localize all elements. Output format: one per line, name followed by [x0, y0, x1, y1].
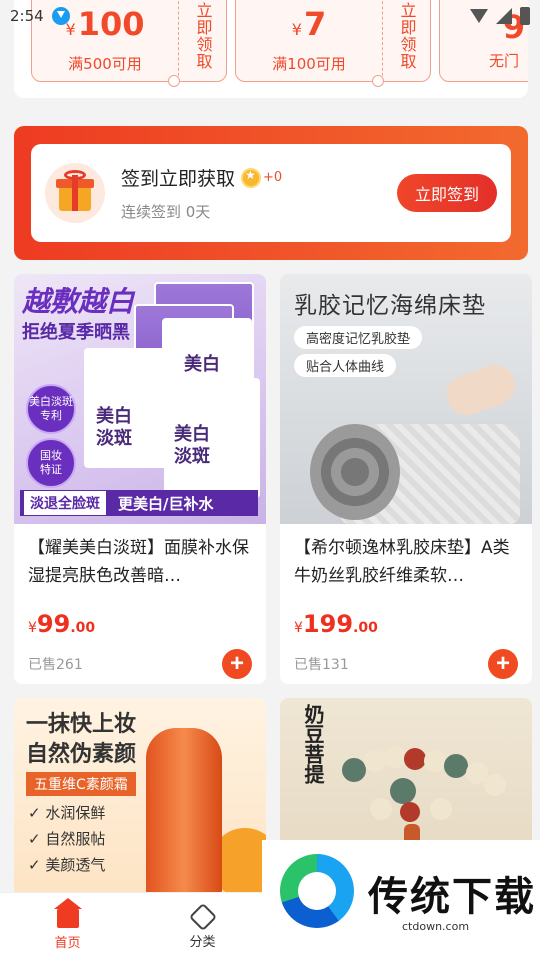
status-time: 2:54 — [10, 7, 44, 25]
image-banner: 淡退全脸斑 更美白/巨补水 — [20, 490, 258, 516]
add-to-cart-button[interactable]: + — [222, 649, 252, 679]
image-headline: 乳胶记忆海绵床垫 — [294, 293, 486, 319]
product-image[interactable]: 越敷越白 拒绝夏季晒黑 美白 美白 淡斑 美白 淡斑 美白淡斑 专利 国妆 特证… — [14, 274, 266, 524]
image-headline: 一抹快上妆 自然伪素颜 — [26, 712, 137, 767]
patent-badge: 美白淡斑 专利 — [26, 384, 76, 434]
coin-count: +0 — [263, 170, 283, 185]
nav-item-home[interactable]: 首页 — [0, 893, 135, 960]
download-icon — [51, 7, 70, 25]
coin-icon — [241, 167, 262, 188]
signin-button[interactable]: 立即签到 — [397, 174, 497, 212]
wifi-icon — [470, 9, 488, 23]
coupon-condition: 满500可用 — [68, 54, 142, 73]
status-icons — [470, 7, 530, 25]
image-tag: 高密度记忆乳胶垫 — [294, 326, 423, 349]
gift-icon — [45, 163, 105, 223]
product-title[interactable]: 【耀美美白淡斑】面膜补水保湿提亮肤色改善暗… — [14, 524, 266, 592]
coupon-condition: 满100可用 — [272, 54, 346, 73]
product-card[interactable]: 越敷越白 拒绝夏季晒黑 美白 美白 淡斑 美白 淡斑 美白淡斑 专利 国妆 特证… — [14, 274, 266, 684]
watermark: 传统下载 ctdown.com — [262, 840, 540, 960]
category-icon — [188, 902, 217, 932]
image-headline: 奶豆菩提 — [301, 704, 325, 784]
signin-streak: 连续签到 0天 — [121, 203, 211, 221]
product-card[interactable]: 乳胶记忆海绵床垫 高密度记忆乳胶垫 贴合人体曲线 【希尔顿逸林乳胶床垫】A类牛奶… — [280, 274, 532, 684]
cream-bottle-image — [146, 728, 222, 898]
add-to-cart-button[interactable]: + — [488, 649, 518, 679]
watermark-url: ctdown.com — [402, 920, 470, 933]
image-headline: 越敷越白 — [22, 285, 135, 318]
sold-count: 已售261 — [28, 657, 83, 673]
image-subheadline: 拒绝夏季晒黑 — [22, 322, 130, 343]
home-icon — [53, 898, 82, 928]
image-tag: 五重维C素颜霜 — [26, 772, 136, 796]
sold-count: 已售131 — [294, 657, 349, 673]
battery-icon — [520, 7, 530, 25]
nav-item-category[interactable]: 分类 — [135, 893, 270, 960]
cert-badge: 国妆 特证 — [26, 438, 76, 488]
signin-panel: 签到立即获取 +0 连续签到 0天 立即签到 — [31, 144, 511, 242]
coupon-notch — [372, 75, 384, 87]
product-image[interactable]: 乳胶记忆海绵床垫 高密度记忆乳胶垫 贴合人体曲线 — [280, 274, 532, 524]
coupon-notch — [168, 75, 180, 87]
image-tag: 贴合人体曲线 — [294, 354, 397, 377]
signal-icon — [496, 8, 512, 24]
signin-title: 签到立即获取 — [121, 168, 236, 190]
product-image[interactable]: 一抹快上妆 自然伪素颜 五重维C素颜霜 ✓ 水润保鲜 ✓ 自然服帖 ✓ 美颜透气 — [14, 698, 266, 898]
product-price: ¥99.00 — [28, 610, 96, 638]
product-card[interactable]: 一抹快上妆 自然伪素颜 五重维C素颜霜 ✓ 水润保鲜 ✓ 自然服帖 ✓ 美颜透气 — [14, 698, 266, 898]
status-bar: 2:54 — [0, 0, 540, 32]
product-title[interactable]: 【希尔顿逸林乳胶床垫】A类牛奶丝乳胶纤维柔软… — [280, 524, 532, 592]
product-price: ¥199.00 — [294, 610, 378, 638]
watermark-logo — [280, 854, 354, 928]
signin-banner: 签到立即获取 +0 连续签到 0天 立即签到 — [14, 126, 528, 260]
watermark-text: 传统下载 — [368, 874, 536, 920]
coupon-condition: 无门 — [488, 51, 519, 70]
